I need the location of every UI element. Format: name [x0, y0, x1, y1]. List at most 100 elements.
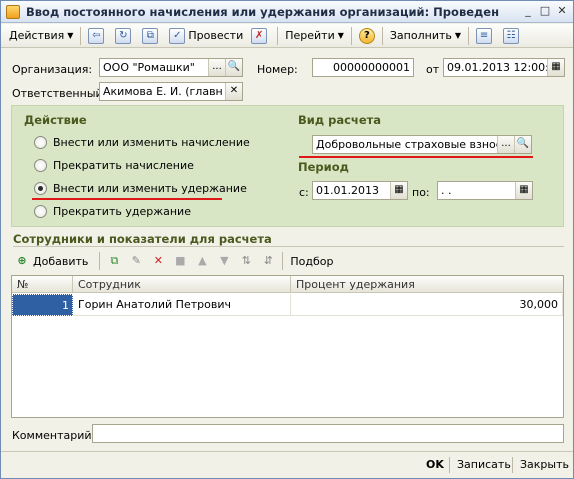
- post-label: Провести: [188, 29, 244, 42]
- number-value: 00000000001: [333, 61, 410, 74]
- save-button[interactable]: Записать: [457, 458, 511, 471]
- document-window: Ввод постоянного начисления или удержани…: [0, 0, 574, 479]
- copy-row-icon[interactable]: ⧉: [106, 253, 122, 269]
- employee-cell[interactable]: Горин Анатолий Петрович: [73, 294, 291, 316]
- maximize-button[interactable]: □: [537, 4, 553, 19]
- calc-select-button[interactable]: ...: [497, 136, 514, 153]
- toolbar-separator: [80, 26, 82, 45]
- period-title: Период: [298, 160, 349, 174]
- doc-nav-button[interactable]: ⇦: [84, 26, 111, 46]
- refresh-button[interactable]: ↻: [111, 26, 138, 46]
- move-doc-icon: ⇦: [88, 27, 105, 44]
- radio-label: Внести или изменить начисление: [53, 136, 250, 149]
- goto-menu[interactable]: Перейти ▼: [281, 26, 348, 46]
- delete-icon[interactable]: ✕: [150, 253, 166, 269]
- main-toolbar: Действия ▼ ⇦ ↻ ⧉ ✓ Провести ✗ Перейти ▼ …: [1, 24, 573, 48]
- structure-icon: ☷: [503, 27, 520, 44]
- period-to-value: . .: [441, 184, 452, 197]
- title-bar: Ввод постоянного начисления или удержани…: [1, 1, 573, 23]
- post-button[interactable]: ✓ Провести: [165, 26, 247, 46]
- unpost-icon: ✗: [251, 27, 268, 44]
- fill-label: Заполнить: [389, 29, 452, 42]
- document-icon: [6, 5, 20, 19]
- chevron-down-icon: ▼: [454, 31, 462, 40]
- toolbar-separator: [277, 26, 279, 45]
- list-button[interactable]: ≡: [472, 26, 499, 46]
- copy-button[interactable]: ⧉: [138, 26, 165, 46]
- help-icon: ?: [358, 27, 375, 44]
- goto-label: Перейти: [285, 29, 335, 42]
- fill-menu[interactable]: Заполнить ▼: [386, 26, 465, 46]
- help-button[interactable]: ?: [355, 26, 379, 46]
- radio-add-deduction[interactable]: Внести или изменить удержание: [34, 182, 247, 195]
- column-header-employee[interactable]: Сотрудник: [78, 278, 141, 291]
- org-value: ООО "Ромашки": [103, 61, 195, 74]
- footer-separator: [449, 457, 450, 473]
- column-header-percent[interactable]: Процент удержания: [296, 278, 415, 291]
- responsible-value: Акимова Е. И. (главн: [103, 85, 223, 98]
- footer-separator: [512, 457, 513, 473]
- chevron-down-icon: ▼: [67, 31, 74, 40]
- unpost-button[interactable]: ✗: [247, 26, 274, 46]
- search-icon[interactable]: 🔍: [225, 59, 242, 76]
- sort-asc-icon[interactable]: ⇅: [238, 253, 254, 269]
- footer-bar: OK Записать Закрыть: [1, 451, 573, 478]
- settings-panel: Действие Внести или изменить начисление …: [11, 105, 564, 227]
- action-section-title: Действие: [24, 113, 87, 127]
- chevron-down-icon: ▼: [337, 31, 344, 40]
- radio-button[interactable]: [34, 205, 47, 218]
- column-header-number[interactable]: №: [17, 278, 28, 291]
- toolbar-separator: [468, 26, 470, 45]
- search-icon[interactable]: 🔍: [514, 136, 531, 153]
- period-from-label: с:: [299, 186, 309, 199]
- sort-desc-icon[interactable]: ⇵: [260, 253, 276, 269]
- pick-button[interactable]: Подбор: [290, 255, 333, 268]
- row-number[interactable]: 1: [12, 294, 73, 316]
- number-label: Номер:: [257, 63, 298, 76]
- percent-cell[interactable]: 30,000: [291, 294, 563, 316]
- radio-label: Внести или изменить удержание: [53, 182, 247, 195]
- actions-menu[interactable]: Действия ▼: [5, 26, 77, 46]
- section-divider: [13, 246, 564, 247]
- close-button[interactable]: Закрыть: [520, 458, 569, 471]
- calc-type-value: Добровольные страховые взносы в: [316, 138, 521, 151]
- radio-add-accrual[interactable]: Внести или изменить начисление: [34, 136, 250, 149]
- radio-label: Прекратить удержание: [53, 205, 191, 218]
- radio-stop-deduction[interactable]: Прекратить удержание: [34, 205, 191, 218]
- add-row-button[interactable]: Добавить: [33, 255, 88, 268]
- table-toolbar: ⊕ Добавить ⧉ ✎ ✕ ■ ▲ ▼ ⇅ ⇵ Подбор: [11, 251, 333, 271]
- column-separator: [290, 276, 291, 293]
- calendar-icon[interactable]: ▦: [515, 182, 532, 199]
- responsible-field[interactable]: Акимова Е. И. (главн: [99, 82, 243, 101]
- radio-label: Прекратить начисление: [53, 159, 194, 172]
- calc-type-title: Вид расчета: [298, 113, 382, 127]
- employees-section-title: Сотрудники и показатели для расчета: [13, 232, 272, 246]
- radio-button[interactable]: [34, 136, 47, 149]
- comment-field[interactable]: [92, 424, 564, 443]
- structure-button[interactable]: ☷: [499, 26, 526, 46]
- period-from-value: 01.01.2013: [316, 184, 379, 197]
- table-row[interactable]: 1 Горин Анатолий Петрович 30,000: [12, 294, 563, 316]
- clear-icon[interactable]: ✕: [225, 83, 242, 100]
- radio-stop-accrual[interactable]: Прекратить начисление: [34, 159, 194, 172]
- toolbar-separator: [350, 26, 352, 45]
- number-field[interactable]: 00000000001: [312, 58, 414, 77]
- add-icon[interactable]: ⊕: [14, 253, 30, 269]
- actions-label: Действия: [9, 29, 65, 42]
- calendar-icon[interactable]: ▦: [390, 182, 407, 199]
- radio-button-selected[interactable]: [34, 182, 47, 195]
- ok-button[interactable]: OK: [426, 458, 444, 471]
- highlight-underline: [299, 156, 533, 158]
- minimize-button[interactable]: _: [520, 4, 536, 19]
- move-down-icon[interactable]: ▼: [216, 253, 232, 269]
- close-window-button[interactable]: ✕: [554, 4, 570, 19]
- window-title: Ввод постоянного начисления или удержани…: [26, 5, 500, 19]
- radio-button[interactable]: [34, 159, 47, 172]
- edit-icon[interactable]: ✎: [128, 253, 144, 269]
- calendar-icon[interactable]: ▦: [547, 59, 564, 76]
- end-edit-icon[interactable]: ■: [172, 253, 188, 269]
- org-select-button[interactable]: ...: [208, 59, 225, 76]
- move-up-icon[interactable]: ▲: [194, 253, 210, 269]
- post-icon: ✓: [169, 27, 186, 44]
- date-from-label: от: [426, 63, 440, 76]
